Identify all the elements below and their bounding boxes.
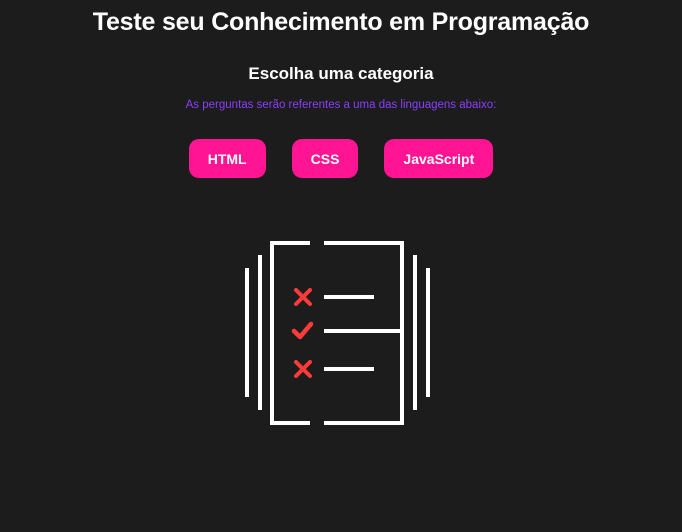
- page: Teste seu Conhecimento em Programação Es…: [0, 0, 682, 532]
- cross-icon: [294, 288, 312, 306]
- quiz-checklist-icon: [245, 241, 430, 425]
- check-icon: [291, 321, 314, 340]
- cross-icon: [294, 360, 312, 378]
